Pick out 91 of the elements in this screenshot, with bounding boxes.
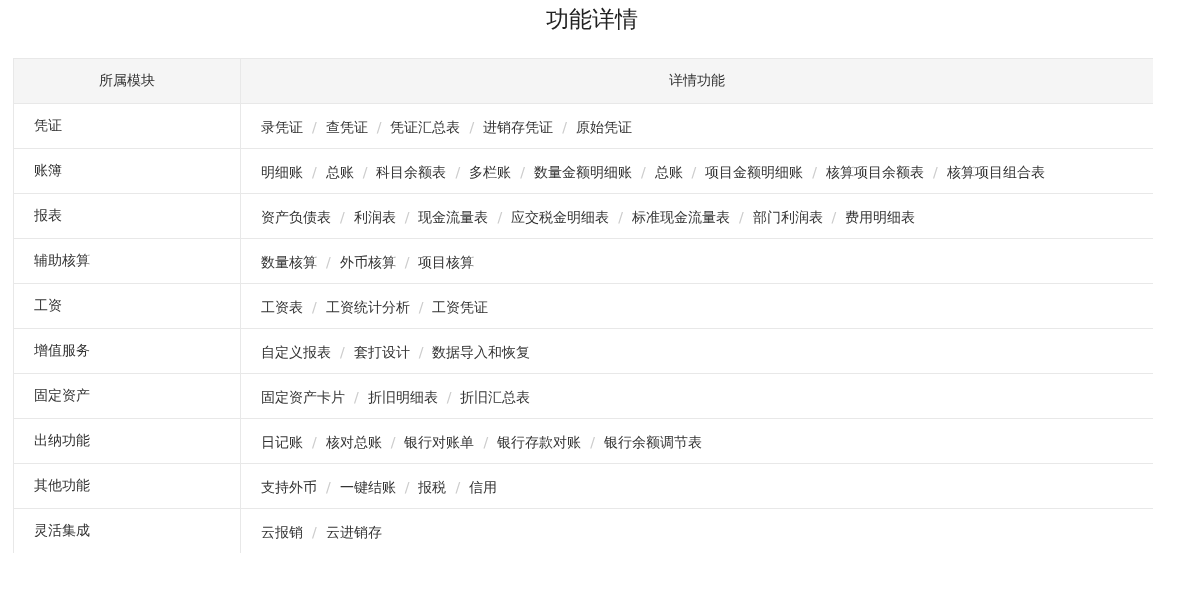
module-name: 凭证 bbox=[34, 117, 62, 135]
separator-slash: / bbox=[562, 119, 567, 135]
feature-name: 日记账 bbox=[261, 434, 303, 450]
separator-slash: / bbox=[812, 164, 818, 180]
module-name: 工资 bbox=[34, 297, 62, 315]
feature-name: 核算项目余额表 bbox=[826, 164, 925, 180]
feature-name: 多栏账 bbox=[469, 164, 512, 180]
separator-slash: / bbox=[831, 209, 837, 225]
module-name: 其他功能 bbox=[34, 477, 90, 495]
feature-name: 原始凭证 bbox=[575, 119, 632, 135]
separator-slash: / bbox=[340, 209, 345, 225]
feature-name: 套打设计 bbox=[353, 344, 410, 360]
separator-slash: / bbox=[691, 164, 697, 180]
separator-slash: / bbox=[455, 479, 461, 495]
feature-name: 明细账 bbox=[261, 164, 303, 180]
separator-slash: / bbox=[362, 164, 368, 180]
separator-slash: / bbox=[404, 254, 410, 270]
feature-name: 一键结账 bbox=[339, 479, 396, 495]
separator-slash: / bbox=[640, 164, 646, 180]
feature-name: 数量金额明细账 bbox=[533, 164, 632, 180]
feature-name: 云进销存 bbox=[325, 524, 382, 540]
feature-name: 折旧汇总表 bbox=[460, 389, 531, 405]
feature-name: 银行存款对账 bbox=[497, 434, 582, 450]
feature-name: 科目余额表 bbox=[376, 164, 447, 180]
separator-slash: / bbox=[590, 434, 595, 450]
separator-slash: / bbox=[738, 209, 744, 225]
feature-name: 核算项目组合表 bbox=[946, 164, 1045, 180]
feature-name: 自定义报表 bbox=[261, 344, 331, 360]
separator-slash: / bbox=[354, 389, 359, 405]
feature-name: 数据导入和恢复 bbox=[432, 344, 531, 360]
module-name: 增值服务 bbox=[34, 342, 90, 360]
module-name: 灵活集成 bbox=[34, 522, 90, 540]
column-header: 所属模块 bbox=[99, 72, 155, 90]
feature-name: 核对总账 bbox=[325, 434, 382, 450]
feature-name: 应交税金明细表 bbox=[511, 209, 610, 225]
separator-slash: / bbox=[376, 119, 382, 135]
feature-name: 资产负债表 bbox=[261, 209, 331, 225]
feature-name: 银行余额调节表 bbox=[603, 434, 702, 450]
separator-slash: / bbox=[312, 119, 317, 135]
separator-slash: / bbox=[404, 209, 410, 225]
feature-name: 报税 bbox=[418, 479, 447, 495]
separator-slash: / bbox=[520, 164, 525, 180]
separator-slash: / bbox=[340, 344, 345, 360]
separator-slash: / bbox=[483, 434, 489, 450]
separator-slash: / bbox=[312, 434, 317, 450]
module-name: 辅助核算 bbox=[34, 252, 90, 270]
feature-name: 云报销 bbox=[261, 524, 303, 540]
separator-slash: / bbox=[618, 209, 623, 225]
feature-name: 工资凭证 bbox=[432, 299, 489, 315]
feature-name: 总账 bbox=[654, 164, 683, 180]
feature-name: 工资表 bbox=[261, 299, 303, 315]
feature-name: 查凭证 bbox=[325, 119, 368, 135]
feature-name: 项目金额明细账 bbox=[705, 164, 804, 180]
separator-slash: / bbox=[418, 299, 424, 315]
feature-name: 外币核算 bbox=[339, 254, 396, 270]
module-name: 出纳功能 bbox=[34, 432, 90, 450]
feature-name: 固定资产卡片 bbox=[261, 389, 345, 405]
separator-slash: / bbox=[933, 164, 938, 180]
separator-slash: / bbox=[446, 389, 452, 405]
separator-slash: / bbox=[326, 479, 331, 495]
page-title: 功能详情 bbox=[544, 5, 639, 34]
separator-slash: / bbox=[312, 164, 317, 180]
feature-name: 折旧明细表 bbox=[367, 389, 438, 405]
feature-name: 部门利润表 bbox=[752, 209, 823, 225]
feature-name: 凭证汇总表 bbox=[390, 119, 461, 135]
feature-name: 银行对账单 bbox=[404, 434, 475, 450]
module-name: 固定资产 bbox=[34, 387, 90, 405]
feature-name: 进销存凭证 bbox=[483, 119, 554, 135]
feature-name: 数量核算 bbox=[261, 254, 317, 270]
feature-name: 录凭证 bbox=[261, 119, 303, 135]
separator-slash: / bbox=[312, 524, 317, 540]
feature-name: 费用明细表 bbox=[845, 209, 916, 225]
feature-name: 现金流量表 bbox=[418, 209, 489, 225]
feature-name: 项目核算 bbox=[418, 254, 475, 270]
separator-slash: / bbox=[390, 434, 396, 450]
module-name: 账簿 bbox=[34, 162, 62, 180]
column-header: 详情功能 bbox=[669, 72, 725, 90]
separator-slash: / bbox=[469, 119, 475, 135]
separator-slash: / bbox=[418, 344, 424, 360]
feature-name: 标准现金流量表 bbox=[631, 209, 730, 225]
feature-name: 支持外币 bbox=[261, 479, 317, 495]
separator-slash: / bbox=[404, 479, 410, 495]
feature-name: 总账 bbox=[325, 164, 354, 180]
separator-slash: / bbox=[497, 209, 503, 225]
feature-name: 工资统计分析 bbox=[325, 299, 410, 315]
separator-slash: / bbox=[326, 254, 331, 270]
module-name: 报表 bbox=[34, 207, 62, 225]
separator-slash: / bbox=[455, 164, 461, 180]
separator-slash: / bbox=[312, 299, 317, 315]
feature-name: 利润表 bbox=[353, 209, 396, 225]
feature-name: 信用 bbox=[469, 479, 498, 495]
